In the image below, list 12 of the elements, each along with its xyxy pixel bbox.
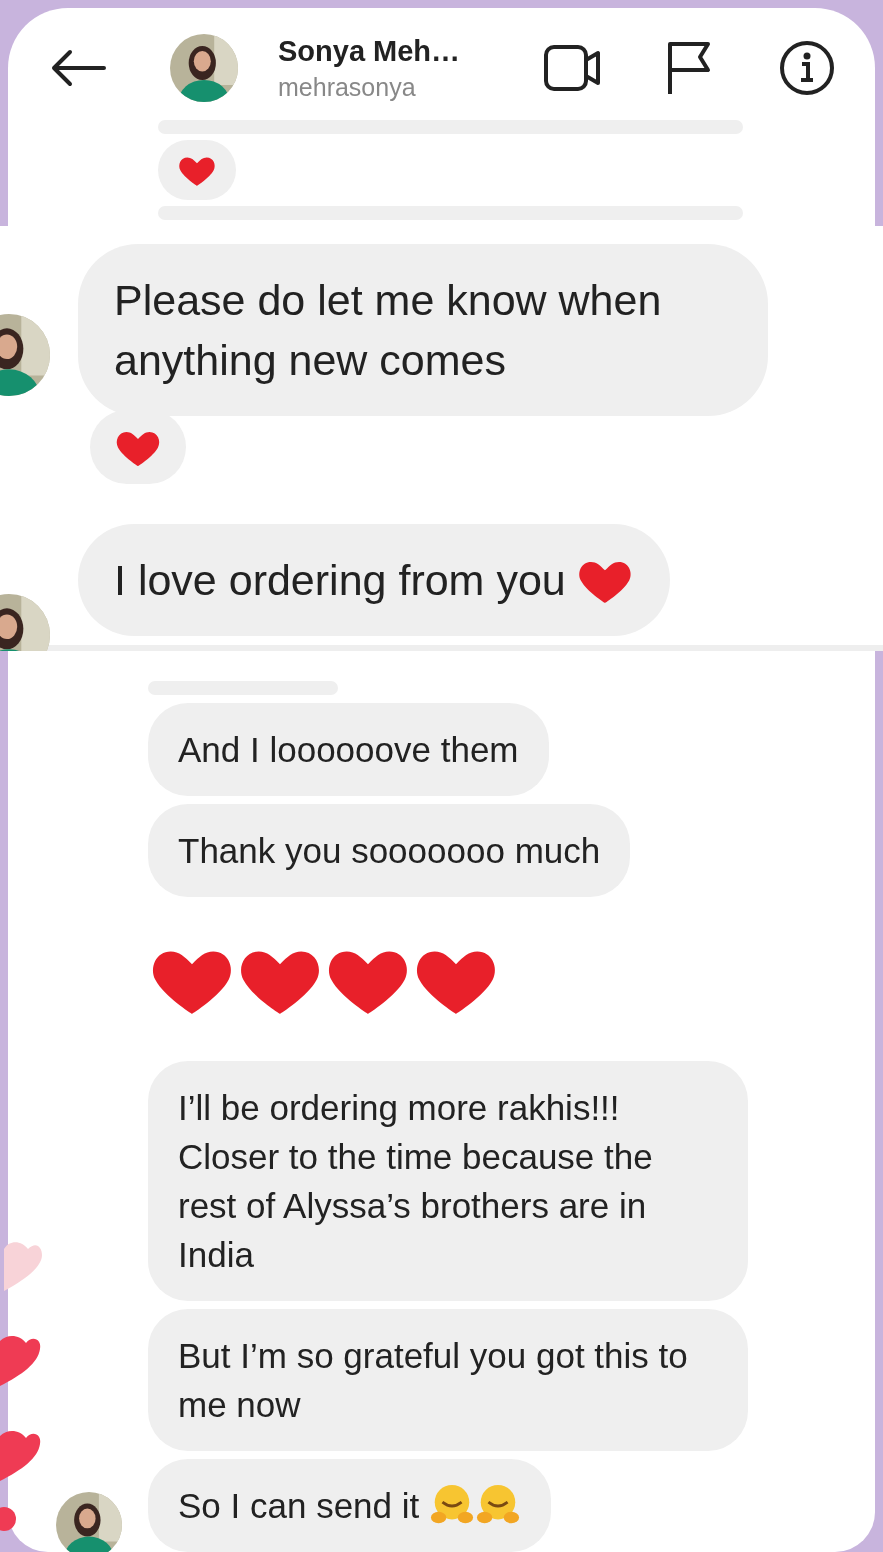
message-text: But I’m so grateful you got this to me now: [178, 1335, 689, 1426]
contact-name: Sonya Meh…: [278, 34, 462, 69]
message-text: Please do let me know when anything new comes: [114, 275, 663, 387]
flag-icon[interactable]: [665, 40, 713, 96]
video-camera-icon[interactable]: [543, 42, 603, 94]
message-text: I love ordering from you: [114, 555, 566, 607]
message-text: I’ll be ordering more rakhis!!! Closer to the time because the rest of Alyssa’s brothers are in India: [178, 1087, 654, 1276]
info-icon[interactable]: [779, 40, 835, 96]
message-text: Thank you sooooooo much: [178, 830, 601, 872]
contact-username: mehrasonya: [278, 72, 417, 103]
message-text: So I can send it: [178, 1485, 420, 1527]
message-text: And I loooooove them: [178, 729, 519, 771]
